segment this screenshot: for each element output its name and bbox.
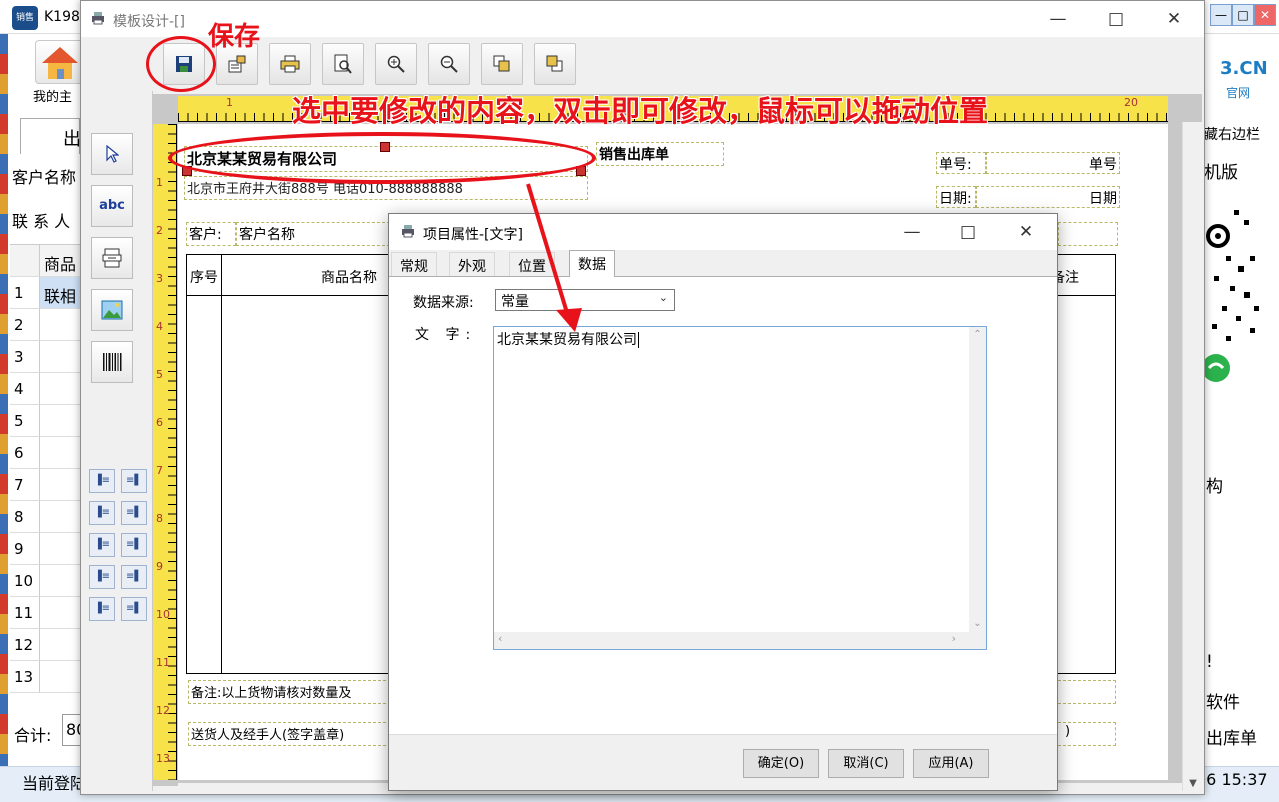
arrow-annotation [526,183,582,332]
arrow-head-icon [556,308,582,332]
